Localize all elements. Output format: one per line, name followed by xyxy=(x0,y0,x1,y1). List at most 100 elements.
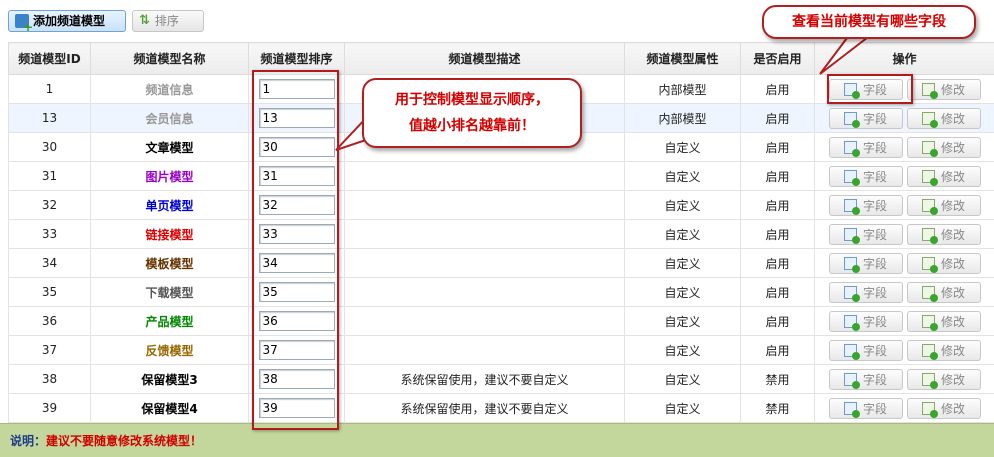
fields-button-label: 字段 xyxy=(862,343,887,358)
edit-button-label: 修改 xyxy=(940,82,965,97)
edit-button[interactable]: 修改 xyxy=(906,252,981,274)
model-id: 1 xyxy=(8,74,91,104)
header-model-attr: 频道模型属性 xyxy=(624,42,741,75)
model-attribute: 内部模型 xyxy=(624,103,741,133)
fields-button-label: 字段 xyxy=(862,227,887,242)
fields-button[interactable]: 字段 xyxy=(828,252,903,274)
model-name: 单页模型 xyxy=(90,190,249,220)
model-id: 13 xyxy=(8,103,91,133)
edit-button[interactable]: 修改 xyxy=(906,223,981,245)
note-label: 说明： xyxy=(10,434,47,448)
operations-cell: 字段 修改 xyxy=(814,277,994,307)
table-row: 39保留模型4 系统保留使用，建议不要自定义自定义禁用 字段 修改 xyxy=(8,393,994,423)
model-name: 保留模型3 xyxy=(90,364,249,394)
model-attribute: 自定义 xyxy=(624,161,741,191)
model-attribute: 自定义 xyxy=(624,306,741,336)
edit-button[interactable]: 修改 xyxy=(906,165,981,187)
fields-button-label: 字段 xyxy=(862,401,887,416)
model-status: 启用 xyxy=(740,219,815,249)
operations-cell: 字段 修改 xyxy=(814,364,994,394)
field-list-icon xyxy=(843,401,860,418)
fields-button[interactable]: 字段 xyxy=(828,107,903,129)
operations-cell: 字段 修改 xyxy=(814,306,994,336)
operations-cell: 字段 修改 xyxy=(814,335,994,365)
model-description xyxy=(344,335,625,365)
edit-button-label: 修改 xyxy=(940,111,965,126)
operations-cell: 字段 修改 xyxy=(814,161,994,191)
model-status: 禁用 xyxy=(740,393,815,423)
fields-button[interactable]: 字段 xyxy=(828,165,903,187)
edit-button[interactable]: 修改 xyxy=(906,368,981,390)
model-description xyxy=(344,219,625,249)
fields-button[interactable]: 字段 xyxy=(828,310,903,332)
model-status: 禁用 xyxy=(740,364,815,394)
model-name: 下载模型 xyxy=(90,277,249,307)
edit-button-label: 修改 xyxy=(940,169,965,184)
field-list-icon xyxy=(843,372,860,389)
model-status: 启用 xyxy=(740,248,815,278)
sort-icon: ⇅ xyxy=(139,13,150,28)
model-id: 34 xyxy=(8,248,91,278)
model-description xyxy=(344,190,625,220)
edit-icon xyxy=(921,314,938,331)
model-description xyxy=(344,161,625,191)
note-bar: 说明： 建议不要随意修改系统模型！ xyxy=(0,423,994,457)
operations-cell: 字段 修改 xyxy=(814,393,994,423)
fields-button-label: 字段 xyxy=(862,111,887,126)
field-list-icon xyxy=(843,169,860,186)
model-id: 36 xyxy=(8,306,91,336)
model-attribute: 自定义 xyxy=(624,248,741,278)
edit-icon xyxy=(921,140,938,157)
sort-callout: 用于控制模型显示顺序， 值越小排名越靠前！ xyxy=(362,78,582,148)
header-model-id: 频道模型ID xyxy=(8,42,91,75)
edit-icon xyxy=(921,372,938,389)
note-text: 建议不要随意修改系统模型！ xyxy=(46,434,203,448)
model-attribute: 自定义 xyxy=(624,393,741,423)
edit-button[interactable]: 修改 xyxy=(906,310,981,332)
fields-button[interactable]: 字段 xyxy=(828,368,903,390)
fields-button[interactable]: 字段 xyxy=(828,339,903,361)
field-callout: 查看当前模型有哪些字段 xyxy=(762,5,976,39)
edit-button[interactable]: 修改 xyxy=(906,136,981,158)
model-attribute: 自定义 xyxy=(624,190,741,220)
fields-button-label: 字段 xyxy=(862,169,887,184)
field-list-icon xyxy=(843,256,860,273)
fields-button[interactable]: 字段 xyxy=(828,281,903,303)
fields-button[interactable]: 字段 xyxy=(828,223,903,245)
model-attribute: 自定义 xyxy=(624,277,741,307)
edit-button[interactable]: 修改 xyxy=(906,78,981,100)
edit-icon xyxy=(921,111,938,128)
model-status: 启用 xyxy=(740,335,815,365)
edit-button[interactable]: 修改 xyxy=(906,397,981,419)
table-row: 33链接模型 自定义启用 字段 修改 xyxy=(8,219,994,249)
model-description xyxy=(344,248,625,278)
fields-button[interactable]: 字段 xyxy=(828,136,903,158)
edit-button-label: 修改 xyxy=(940,343,965,358)
field-list-icon xyxy=(843,111,860,128)
sort-label: 排序 xyxy=(154,14,179,28)
model-name: 模板模型 xyxy=(90,248,249,278)
add-channel-model-button[interactable]: 添加频道模型 xyxy=(8,10,126,33)
fields-button[interactable]: 字段 xyxy=(828,194,903,216)
edit-button[interactable]: 修改 xyxy=(906,107,981,129)
sort-column-highlight xyxy=(252,70,339,430)
edit-button[interactable]: 修改 xyxy=(906,339,981,361)
table-row: 31图片模型 自定义启用 字段 修改 xyxy=(8,161,994,191)
fields-button-label: 字段 xyxy=(862,198,887,213)
model-name: 链接模型 xyxy=(90,219,249,249)
model-status: 启用 xyxy=(740,161,815,191)
model-name: 会员信息 xyxy=(90,103,249,133)
fields-button[interactable]: 字段 xyxy=(828,397,903,419)
add-model-icon xyxy=(15,14,33,33)
model-name: 反馈模型 xyxy=(90,335,249,365)
model-name: 保留模型4 xyxy=(90,393,249,423)
edit-button-label: 修改 xyxy=(940,140,965,155)
sort-button[interactable]: ⇅ 排序 xyxy=(132,10,204,32)
table-row: 36产品模型 自定义启用 字段 修改 xyxy=(8,306,994,336)
model-name: 文章模型 xyxy=(90,132,249,162)
edit-button[interactable]: 修改 xyxy=(906,194,981,216)
field-callout-text: 查看当前模型有哪些字段 xyxy=(792,14,946,30)
sort-callout-line-1: 用于控制模型显示顺序， xyxy=(395,92,549,108)
model-attribute: 自定义 xyxy=(624,132,741,162)
edit-button[interactable]: 修改 xyxy=(906,281,981,303)
